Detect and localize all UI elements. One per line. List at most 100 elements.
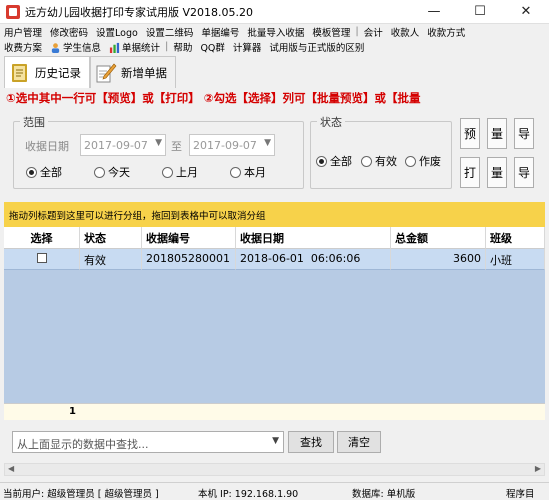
chart-icon [109,42,120,53]
tab-new-receipt-label: 新增单据 [121,65,167,80]
close-button[interactable]: ✕ [503,0,549,24]
usage-hint: ①选中其中一行可【预览】或【打印】 ②勾选【选择】列可【批量预览】或【批量 [6,91,421,105]
table-footer: 1 [4,403,545,420]
batch-print-button[interactable]: 量 [487,157,507,188]
column-header-total-amount[interactable]: 总金额 [391,227,486,249]
menu-change-password[interactable]: 修改密码 [46,25,92,39]
scroll-right-arrow-icon[interactable]: ▶ [535,464,541,473]
horizontal-scrollbar[interactable]: ◀ ▶ [4,463,545,476]
range-radio-this-month[interactable]: 本月 [230,164,266,180]
status-bar: 当前用户: 超级管理员 [ 超级管理员 ] 本机 IP: 192.168.1.9… [0,482,549,500]
scroll-left-arrow-icon[interactable]: ◀ [8,464,14,473]
radio-selected-indicator [26,166,37,178]
history-book-icon [12,63,27,82]
search-combobox[interactable]: 从上面显示的数据中查找... ▼ [12,431,284,453]
export-button[interactable]: 导 [514,118,534,149]
tab-history[interactable]: 历史记录 [4,56,90,88]
menu-bar-1: 用户管理 修改密码 设置Logo 设置二维码 单据编号 批量导入收据 模板管理 … [0,24,549,39]
tab-bar: 历史记录 新增单据 [4,56,176,88]
menu-batch-import[interactable]: 批量导入收据 [243,25,308,39]
maximize-button[interactable]: ☐ [457,0,503,24]
range-radio-this-month-label: 本月 [244,166,266,179]
select-cell[interactable] [4,249,80,270]
receipt-date-cell: 2018-06-01 06:06:06 [236,249,391,270]
status-radio-all-label: 全部 [330,155,352,168]
range-radio-today-label: 今天 [108,166,130,179]
tab-new-receipt[interactable]: 新增单据 [90,56,176,88]
batch-preview-button[interactable]: 量 [487,118,507,149]
local-ip: 本机 IP: 192.168.1.90 [198,489,299,500]
range-radio-all[interactable]: 全部 [26,164,62,180]
student-icon [51,42,60,53]
search-input[interactable]: 从上面显示的数据中查找... [17,438,149,451]
menu-student-info[interactable]: 学生信息 [46,40,105,54]
column-header-status[interactable]: 状态 [80,227,142,249]
minimize-button[interactable]: — [411,0,457,24]
column-header-receipt-number[interactable]: 收据编号 [142,227,236,249]
receipt-date-label: 收据日期 [25,140,69,153]
chevron-down-icon: ▼ [155,138,162,148]
new-document-pencil-icon [96,63,117,82]
menu-receipt-statistics[interactable]: 单据统计 [105,40,164,54]
range-radio-last-month-label: 上月 [176,166,198,179]
status-radio-all[interactable]: 全部 [316,153,352,169]
receipt-number-cell: 201805280001 [142,249,236,270]
menu-student-info-label: 学生信息 [63,42,102,54]
column-header-select[interactable]: 选择 [4,227,80,249]
menu-trial-vs-full[interactable]: 试用版与正式版的区别 [265,40,368,54]
range-radio-last-month[interactable]: 上月 [162,164,198,180]
menu-help[interactable]: 帮助 [169,40,196,54]
status-group-title: 状态 [317,114,345,130]
menu-payment-method[interactable]: 收款方式 [423,25,469,39]
radio-indicator [94,166,105,178]
menu-user-management[interactable]: 用户管理 [0,25,46,39]
status-radio-void[interactable]: 作废 [405,153,441,169]
menu-fee-plan[interactable]: 收费方案 [0,40,46,54]
total-amount-cell: 3600 [391,249,486,270]
preview-button[interactable]: 预 [460,118,480,149]
class-cell: 小班 [486,249,545,270]
row-count: 1 [69,406,76,417]
column-header-receipt-date[interactable]: 收据日期 [236,227,391,249]
find-button[interactable]: 查找 [288,431,334,453]
date-from-picker[interactable]: 2017-09-07 ▼ [80,134,166,156]
date-to-value: 2017-09-07 [193,139,257,152]
menu-receipt-statistics-label: 单据统计 [122,42,161,54]
row-checkbox[interactable] [36,253,47,263]
menu-set-logo[interactable]: 设置Logo [92,25,142,39]
date-to-picker[interactable]: 2017-09-07 ▼ [189,134,275,156]
radio-selected-indicator [316,155,327,167]
title-bar: 远方幼儿园收据打印专家试用版 V2018.05.20 — ☐ ✕ [0,0,549,24]
status-radio-void-label: 作废 [419,155,441,168]
menu-accountant[interactable]: 会计 [360,25,387,39]
app-icon [6,4,20,19]
print-button[interactable]: 打 [460,157,480,188]
range-group-title: 范围 [20,114,48,130]
tab-history-label: 历史记录 [35,65,81,80]
menu-set-qrcode[interactable]: 设置二维码 [142,25,198,39]
status-radio-valid-label: 有效 [375,155,397,168]
chevron-down-icon[interactable]: ▼ [272,436,279,446]
group-by-panel[interactable]: 拖动列标题到这里可以进行分组，拖回到表格中可以取消分组 [4,202,545,227]
date-from-value: 2017-09-07 [84,139,148,152]
radio-indicator [162,166,173,178]
menu-receipt-number[interactable]: 单据编号 [197,25,243,39]
menu-qq-group[interactable]: QQ群 [196,40,228,54]
menu-payee[interactable]: 收款人 [387,25,424,39]
database-type: 数据库: 单机版 [352,489,416,500]
column-header-class[interactable]: 班级 [486,227,545,249]
window-title: 远方幼儿园收据打印专家试用版 V2018.05.20 [25,5,254,19]
table-row[interactable]: 有效 201805280001 2018-06-01 06:06:06 3600… [4,249,545,270]
clear-button[interactable]: 清空 [337,431,381,453]
menu-calculator[interactable]: 计算器 [229,40,266,54]
range-radio-all-label: 全部 [40,166,62,179]
program-directory: 程序目 [506,489,535,500]
receipt-table: 选择 状态 收据编号 收据日期 总金额 班级 有效 201805280001 2… [4,227,545,403]
radio-indicator [405,155,416,167]
status-radio-valid[interactable]: 有效 [361,153,397,169]
menu-template-management[interactable]: 模板管理 [308,25,354,39]
export-button-2[interactable]: 导 [514,157,534,188]
radio-indicator [230,166,241,178]
table-header: 选择 状态 收据编号 收据日期 总金额 班级 [4,227,545,249]
range-radio-today[interactable]: 今天 [94,164,130,180]
